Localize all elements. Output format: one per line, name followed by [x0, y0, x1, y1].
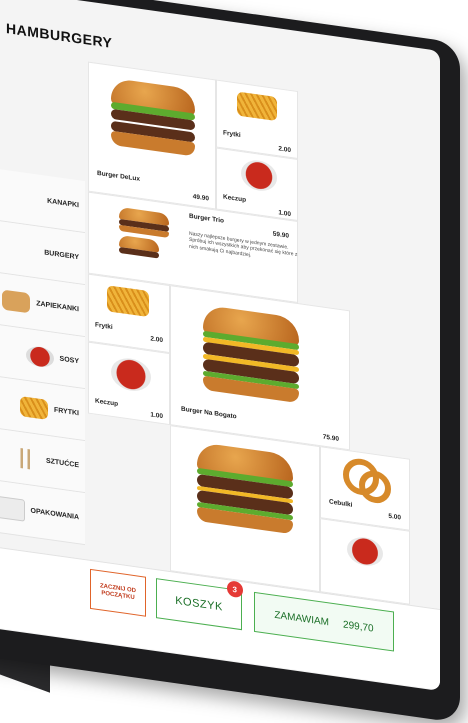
product-tile-cebulki[interactable]: Cebulki 5.00 — [320, 446, 410, 531]
product-tile-keczup-3[interactable] — [320, 518, 410, 605]
product-name: Burger DeLux — [97, 169, 140, 183]
product-name: Burger Na Bogato — [181, 405, 237, 421]
order-label: ZAMAWIAM — [274, 609, 330, 628]
product-tile-keczup[interactable]: Keczup 1.00 — [216, 147, 298, 222]
sidebar-item-label: FRYTKI — [53, 406, 79, 418]
box-icon — [0, 494, 25, 522]
product-name: Keczup — [223, 193, 247, 204]
baguette-icon — [2, 289, 31, 313]
category-sidebar: KANAPKI BURGERY ZAPIEKANKI SOSY FRYTKI S… — [0, 55, 85, 546]
product-name: Keczup — [95, 397, 119, 408]
product-name: Cebulki — [329, 498, 353, 509]
product-price: 1.00 — [150, 411, 163, 421]
product-price: 49.90 — [192, 193, 209, 203]
product-tile-burger-delux[interactable]: Burger DeLux 49.90 — [88, 61, 216, 210]
onion-rings-image — [359, 468, 391, 506]
burger-image — [197, 441, 293, 535]
ketchup-image — [241, 158, 277, 194]
product-tile-frytki[interactable]: Frytki 2.00 — [216, 79, 298, 160]
burger-image — [203, 304, 299, 404]
product-name: Burger Trio — [189, 212, 225, 225]
cart-button[interactable]: KOSZYK 3 — [156, 578, 243, 631]
sidebar-item-label: KANAPKI — [47, 197, 79, 210]
burger-image — [111, 77, 195, 157]
order-button[interactable]: ZAMAWIAM 299,70 — [254, 591, 394, 652]
product-name: Frytki — [223, 129, 241, 140]
sidebar-item-label: OPAKOWANIA — [30, 507, 79, 522]
burger-trio-image — [119, 206, 169, 260]
page-title: HAMBURGERY — [6, 20, 113, 51]
ketchup-image — [111, 355, 151, 394]
product-tile-frytki-2[interactable]: Frytki 2.00 — [88, 273, 170, 354]
cart-count-badge: 3 — [227, 580, 243, 599]
product-price: 5.00 — [388, 512, 401, 522]
product-price: 2.00 — [278, 145, 291, 155]
product-price: 1.00 — [278, 209, 291, 219]
cart-label: KOSZYK — [175, 594, 223, 614]
product-price: 75.90 — [322, 433, 339, 443]
fries-icon — [19, 395, 48, 420]
fries-image — [107, 285, 149, 318]
order-total: 299,70 — [343, 618, 374, 635]
product-tile-keczup-2[interactable]: Keczup 1.00 — [88, 341, 170, 426]
sidebar-item-label: SOSY — [59, 355, 79, 366]
kiosk-screen: HAMBURGERY KANAPKI BURGERY ZAPIEKANKI SO… — [0, 0, 440, 692]
product-name: Frytki — [95, 321, 113, 332]
start-over-button[interactable]: ZACZNIJ OD POCZĄTKU — [90, 568, 146, 617]
sauce-icon — [25, 344, 54, 369]
product-tile-burger-na-bogato[interactable]: Burger Na Bogato 75.90 — [170, 285, 350, 451]
ketchup-image — [347, 534, 383, 569]
cutlery-icon — [11, 446, 40, 471]
product-tile-burger-large[interactable] — [170, 425, 320, 593]
sidebar-item-label: ZAPIEKANKI — [36, 300, 79, 314]
sidebar-item-label: BURGERY — [44, 249, 79, 262]
sidebar-item-label: SZTUĆCE — [45, 457, 79, 470]
fries-image — [237, 91, 277, 122]
product-price: 2.00 — [150, 335, 163, 345]
product-price: 59.90 — [272, 230, 289, 240]
